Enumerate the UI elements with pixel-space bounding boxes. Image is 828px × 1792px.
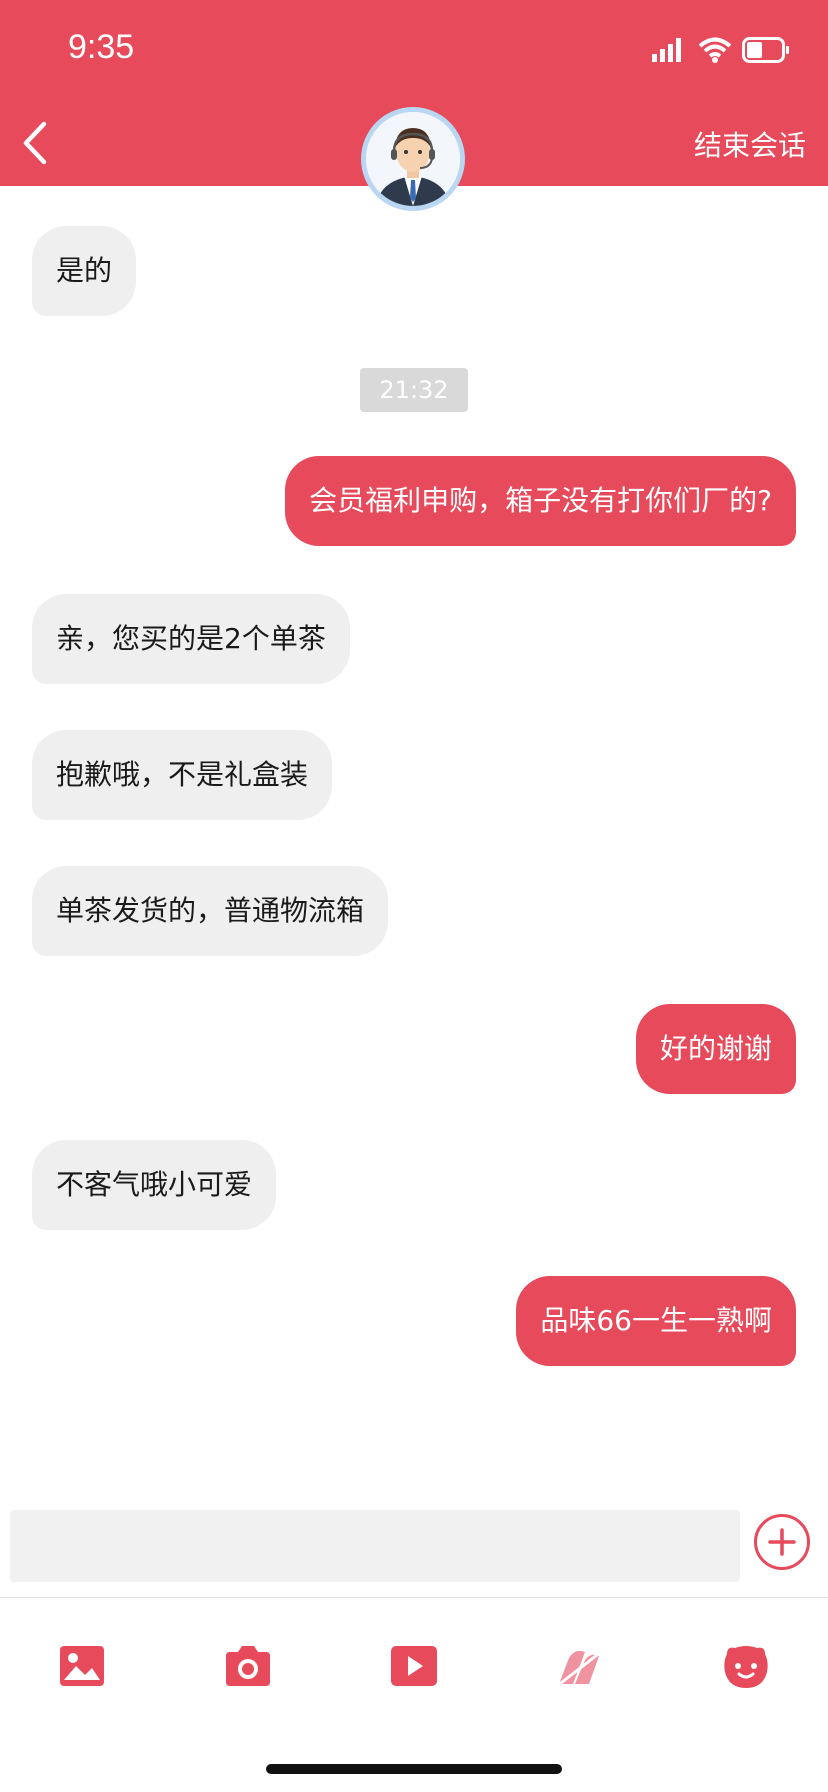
camera-icon [226,1646,270,1686]
image-button[interactable] [52,1636,112,1696]
image-icon [60,1646,104,1686]
user-message: 好的谢谢 [635,1004,796,1094]
back-button[interactable] [14,118,54,168]
emoji-icon [724,1646,768,1688]
agent-message: 单茶发货的，普通物流箱 [32,866,389,956]
video-button[interactable] [384,1636,444,1696]
wifi-icon [698,37,732,63]
chat-area: 是的 21:32 会员福利申购，箱子没有打你们厂的? 亲，您买的是2个单茶 抱歉… [0,186,828,1506]
plus-icon [768,1528,796,1556]
user-message: 品味66一生一熟啊 [516,1276,796,1366]
agent-message: 抱歉哦，不是礼盒装 [32,730,333,820]
chevron-left-icon [23,121,47,165]
end-session-button[interactable]: 结束会话 [694,124,806,164]
battery-icon [742,37,789,63]
tea-button[interactable] [550,1636,610,1696]
user-message: 会员福利申购，箱子没有打你们厂的? [285,456,796,546]
bottom-toolbar [0,1598,828,1728]
emoji-button[interactable] [716,1636,776,1696]
camera-button[interactable] [218,1636,278,1696]
agent-message: 是的 [32,226,137,316]
agent-message: 不客气哦小可爱 [32,1140,277,1230]
home-indicator [266,1764,562,1774]
status-icons [652,36,790,64]
message-timestamp: 21:32 [360,368,468,412]
status-time: 9:35 [68,28,135,66]
video-icon [391,1646,437,1686]
cellular-signal-icon [652,38,681,62]
tea-icon [556,1650,602,1688]
message-input[interactable] [10,1510,740,1582]
more-options-button[interactable] [754,1514,810,1570]
agent-message: 亲，您买的是2个单茶 [32,594,350,684]
